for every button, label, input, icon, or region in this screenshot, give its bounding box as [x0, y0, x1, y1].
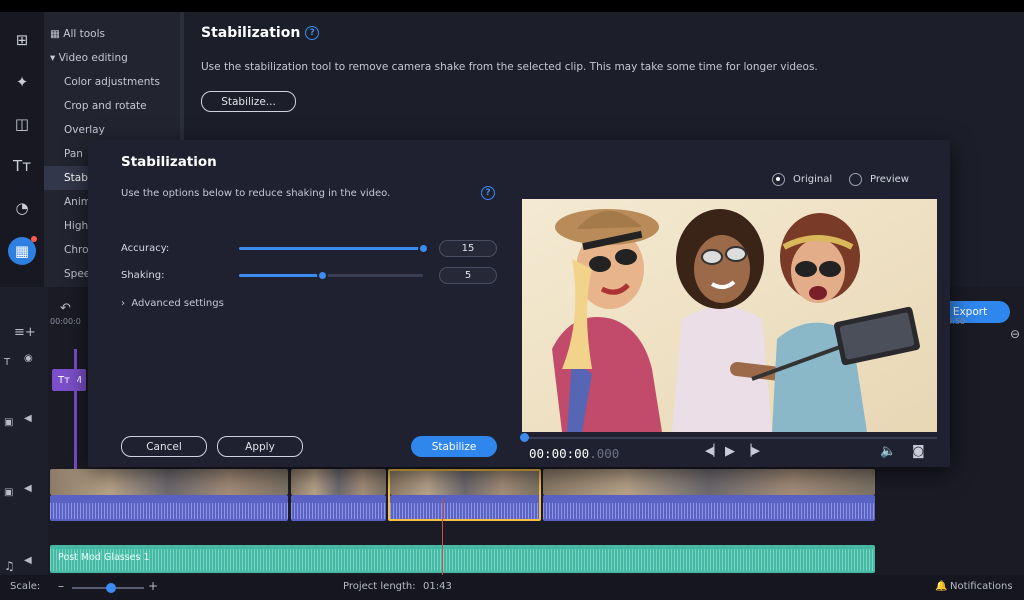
- title-clip[interactable]: Tт M: [52, 369, 86, 391]
- prev-frame-icon[interactable]: ◀▏: [705, 444, 722, 457]
- accuracy-slider-fill: [239, 247, 423, 250]
- audio-clip-4[interactable]: [543, 495, 875, 521]
- dialog-title: Stabilization: [121, 154, 217, 170]
- notification-dot: [31, 236, 37, 242]
- shaking-slider-thumb[interactable]: [316, 270, 328, 281]
- stabilization-dialog: Stabilization Use the options below to r…: [88, 140, 950, 467]
- waveform: [291, 503, 386, 519]
- project-length-label: Project length:: [343, 581, 416, 592]
- overlay-track-icon: ▣: [4, 417, 14, 428]
- audio-clip-2[interactable]: [291, 495, 386, 521]
- music-waveform: [50, 549, 875, 571]
- accuracy-label: Accuracy:: [121, 243, 170, 254]
- apply-button[interactable]: Apply: [217, 436, 303, 457]
- music-note-icon: ♫: [4, 559, 15, 573]
- menu-item-crop-rotate[interactable]: Crop and rotate: [44, 94, 180, 118]
- playback-handle[interactable]: [520, 433, 529, 442]
- music-clip[interactable]: Post Mod Glasses 1: [50, 545, 875, 573]
- radio-preview[interactable]: Preview: [849, 173, 909, 186]
- video-clip-4[interactable]: [543, 469, 875, 495]
- video-clip-2[interactable]: [291, 469, 386, 495]
- scale-slider[interactable]: [72, 583, 144, 593]
- zoom-icon[interactable]: ⊖: [1010, 327, 1020, 341]
- app-window: ⊞ ✦ ◫ Tт ◔ ▦ ▦ All tools ▾ Video editing…: [0, 12, 1024, 600]
- accuracy-slider-thumb[interactable]: [418, 243, 429, 254]
- next-frame-icon[interactable]: ▕▶: [743, 444, 760, 457]
- more-tools-icon[interactable]: ▦: [8, 236, 37, 265]
- zoom-in-icon[interactable]: +: [148, 579, 158, 593]
- title-track-icon: T: [4, 357, 11, 368]
- chevron-right-icon: ›: [121, 298, 132, 309]
- menu-item-overlay[interactable]: Overlay: [44, 118, 180, 142]
- tool-title: Stabilization ?: [201, 25, 320, 41]
- accuracy-value[interactable]: 15: [439, 240, 497, 257]
- music-volume-icon[interactable]: ◀: [24, 555, 32, 566]
- video-preview: [522, 199, 937, 432]
- video-track-icon: ▣: [4, 487, 14, 498]
- dialog-help-icon[interactable]: ?: [481, 186, 495, 200]
- magic-wand-icon[interactable]: ✦: [8, 68, 36, 96]
- tool-description: Use the stabilization tool to remove cam…: [201, 61, 818, 73]
- import-icon[interactable]: ⊞: [8, 26, 36, 54]
- radio-original-dot[interactable]: [772, 173, 785, 186]
- audio-clip-1[interactable]: [50, 495, 288, 521]
- titles-icon[interactable]: Tт: [8, 152, 36, 180]
- grid-icon: ▦: [50, 28, 64, 40]
- shaking-label: Shaking:: [121, 270, 165, 281]
- dialog-description: Use the options below to reduce shaking …: [121, 188, 391, 199]
- scale-label: Scale:: [10, 581, 41, 592]
- menu-all-tools[interactable]: ▦ All tools: [44, 22, 180, 46]
- advanced-settings-toggle[interactable]: › Advanced settings: [121, 298, 224, 309]
- help-icon[interactable]: ?: [305, 26, 320, 40]
- tool-rail: ⊞ ✦ ◫ Tт ◔ ▦: [0, 12, 44, 287]
- transitions-icon[interactable]: ◫: [8, 110, 36, 138]
- play-icon[interactable]: ▶: [725, 444, 735, 459]
- radio-preview-dot[interactable]: [849, 173, 862, 186]
- snapshot-icon[interactable]: ◙: [912, 444, 925, 459]
- undo-icon[interactable]: ↶: [60, 301, 71, 316]
- stabilize-open-button[interactable]: Stabilize...: [201, 91, 296, 112]
- playhead[interactable]: [442, 499, 443, 579]
- stickers-icon[interactable]: ◔: [8, 194, 36, 222]
- playback-progress[interactable]: [522, 437, 937, 439]
- volume-icon[interactable]: 🔈: [880, 444, 896, 459]
- volume-icon[interactable]: ◀: [24, 483, 32, 494]
- zoom-out-icon[interactable]: –: [58, 579, 64, 593]
- chevron-down-icon: ▾: [50, 52, 59, 64]
- menu-item-color-adjustments[interactable]: Color adjustments: [44, 70, 180, 94]
- track-controls: ≡+ T ◉ ▣ ◀ ▣ ◀ ♫ ◀: [0, 287, 48, 587]
- notifications-label[interactable]: Notifications: [950, 581, 1013, 592]
- project-length-value: 01:43: [423, 581, 452, 592]
- menu-video-editing[interactable]: ▾ Video editing: [44, 46, 180, 70]
- accuracy-slider[interactable]: [239, 243, 429, 254]
- preview-frame-illustration: [522, 199, 937, 432]
- shaking-slider[interactable]: [239, 270, 423, 281]
- eye-icon[interactable]: ◉: [24, 353, 33, 364]
- stabilize-button[interactable]: Stabilize: [411, 436, 497, 457]
- selected-clip-outline[interactable]: [388, 469, 541, 521]
- speaker-icon[interactable]: ◀: [24, 413, 32, 424]
- shaking-slider-fill: [239, 274, 322, 277]
- timecode: 00:00:00.000: [529, 446, 620, 461]
- bell-icon[interactable]: 🔔: [935, 581, 947, 592]
- waveform: [50, 503, 288, 519]
- cancel-button[interactable]: Cancel: [121, 436, 207, 457]
- scale-slider-thumb[interactable]: [106, 583, 116, 593]
- clip-link-line: [74, 349, 77, 469]
- waveform: [543, 503, 875, 519]
- video-clip-1[interactable]: [50, 469, 288, 495]
- status-bar: Scale: – + Project length: 01:43 🔔 Notif…: [0, 575, 1024, 600]
- shaking-value[interactable]: 5: [439, 267, 497, 284]
- radio-original[interactable]: Original: [772, 173, 832, 186]
- add-track-icon[interactable]: ≡+: [14, 325, 36, 340]
